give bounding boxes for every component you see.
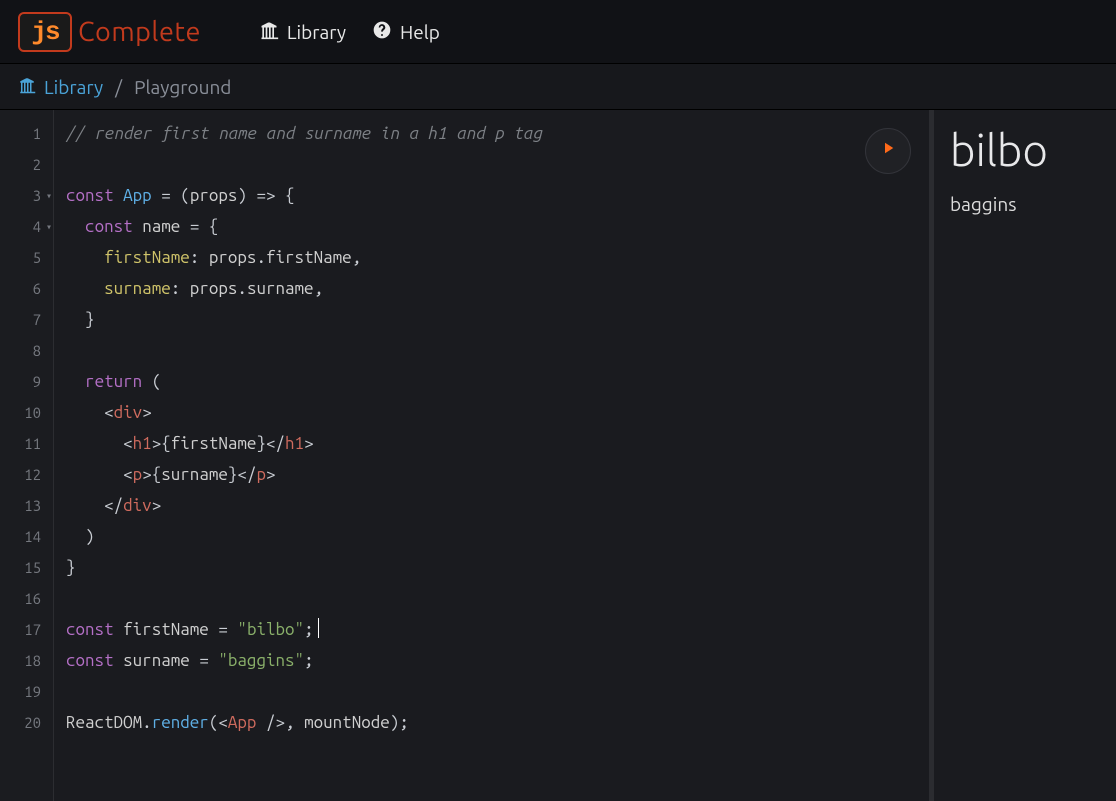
nav-help-label: Help [400,21,440,43]
breadcrumb-library-label: Library [44,76,103,98]
play-icon [879,136,897,167]
brand-text: Complete [78,17,201,47]
output-paragraph: baggins [950,193,1100,215]
main-split: 1234567891011121314151617181920 // rende… [0,110,1116,801]
breadcrumb-current: Playground [134,76,231,98]
nav-help[interactable]: Help [372,20,440,44]
nav-library[interactable]: Library [259,20,346,44]
breadcrumb-library-link[interactable]: Library [18,76,103,98]
run-button[interactable] [865,128,911,174]
library-icon [259,20,279,44]
brand-logo[interactable]: js Complete [18,12,201,52]
nav-links: Library Help [259,20,440,44]
code-editor[interactable]: 1234567891011121314151617181920 // rende… [0,110,934,801]
help-icon [372,20,392,44]
output-heading: bilbo [950,126,1100,175]
line-gutter: 1234567891011121314151617181920 [0,110,54,801]
breadcrumb-separator: / [115,76,122,98]
library-icon [18,76,36,98]
top-nav: js Complete Library Help [0,0,1116,64]
brand-box: js [18,12,72,52]
code-area[interactable]: // render first name and surname in a h1… [54,110,929,801]
nav-library-label: Library [287,21,346,43]
render-output: bilbo baggins [934,110,1116,801]
breadcrumb: Library / Playground [0,64,1116,110]
